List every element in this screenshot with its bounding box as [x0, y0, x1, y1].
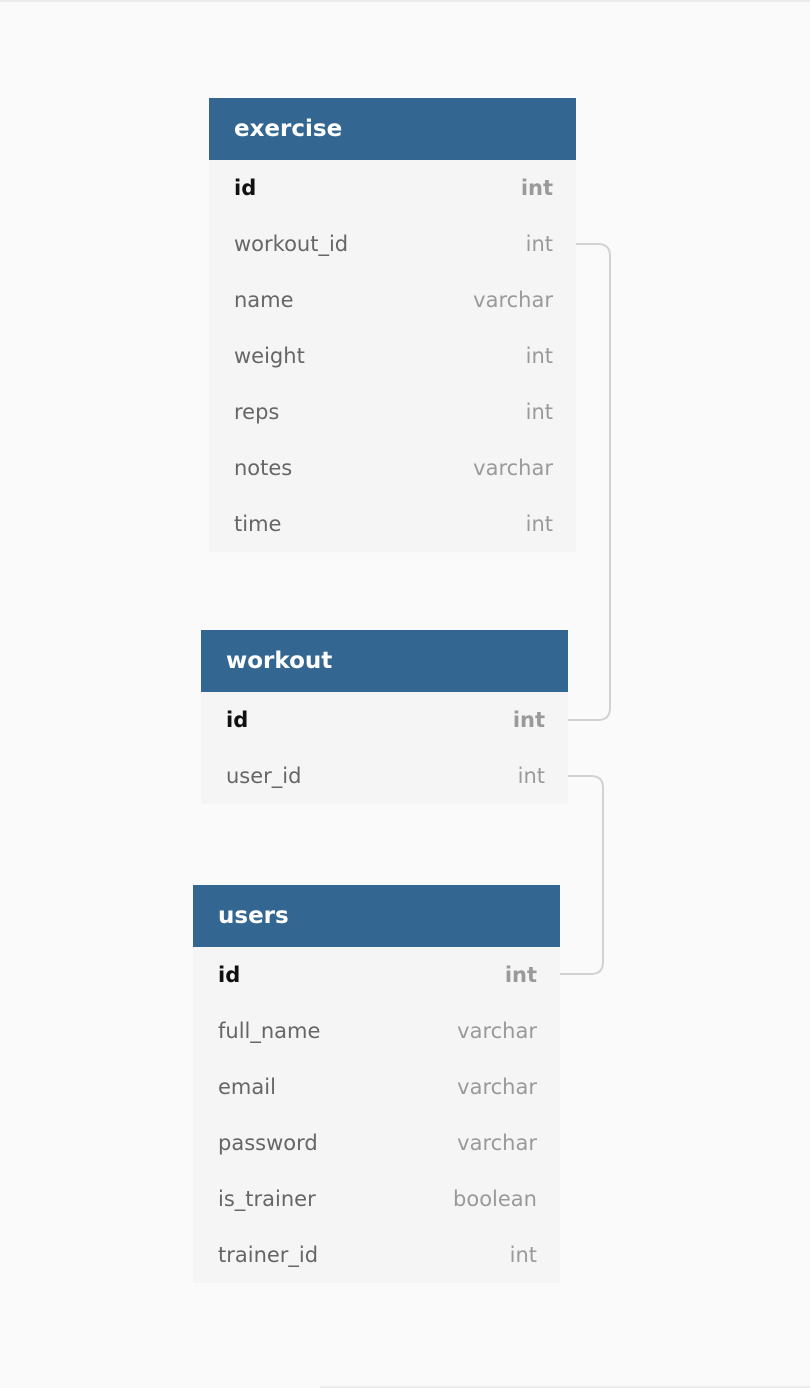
column-row-weight[interactable]: weight int — [209, 328, 576, 384]
column-name: id — [234, 176, 257, 200]
table-header[interactable]: workout — [201, 630, 568, 692]
column-type: int — [520, 176, 553, 200]
column-row-full_name[interactable]: full_name varchar — [193, 1003, 560, 1059]
column-row-time[interactable]: time int — [209, 496, 576, 552]
column-row-id[interactable]: id int — [209, 160, 576, 216]
column-row-workout_id[interactable]: workout_id int — [209, 216, 576, 272]
column-type: varchar — [457, 1075, 537, 1099]
column-name: full_name — [218, 1019, 321, 1043]
column-name: weight — [234, 344, 305, 368]
column-type: int — [504, 963, 537, 987]
column-name: time — [234, 512, 282, 536]
column-type: varchar — [473, 456, 553, 480]
column-name: id — [226, 708, 249, 732]
column-row-reps[interactable]: reps int — [209, 384, 576, 440]
table-header[interactable]: exercise — [209, 98, 576, 160]
column-type: varchar — [457, 1019, 537, 1043]
table-columns: id int full_name varchar email varchar p… — [193, 947, 560, 1283]
column-row-user_id[interactable]: user_id int — [201, 748, 568, 804]
column-name: reps — [234, 400, 280, 424]
column-row-trainer_id[interactable]: trainer_id int — [193, 1227, 560, 1283]
column-name: trainer_id — [218, 1243, 319, 1267]
column-row-name[interactable]: name varchar — [209, 272, 576, 328]
column-name: user_id — [226, 764, 302, 788]
column-name: workout_id — [234, 232, 349, 256]
column-type: int — [512, 708, 545, 732]
column-name: email — [218, 1075, 276, 1099]
connector-workout-user_id-to-users-id — [560, 775, 604, 975]
table-exercise[interactable]: exercise id int workout_id int name varc… — [209, 98, 576, 552]
table-header[interactable]: users — [193, 885, 560, 947]
column-row-password[interactable]: password varchar — [193, 1115, 560, 1171]
column-type: int — [525, 400, 553, 424]
column-name: id — [218, 963, 241, 987]
table-columns: id int user_id int — [201, 692, 568, 804]
column-row-notes[interactable]: notes varchar — [209, 440, 576, 496]
column-type: boolean — [453, 1187, 537, 1211]
table-users[interactable]: users id int full_name varchar email var… — [193, 885, 560, 1283]
column-type: int — [525, 232, 553, 256]
column-row-is_trainer[interactable]: is_trainer boolean — [193, 1171, 560, 1227]
column-type: varchar — [457, 1131, 537, 1155]
column-name: name — [234, 288, 294, 312]
table-columns: id int workout_id int name varchar weigh… — [209, 160, 576, 552]
table-workout[interactable]: workout id int user_id int — [201, 630, 568, 804]
column-name: password — [218, 1131, 318, 1155]
column-name: notes — [234, 456, 293, 480]
column-row-id[interactable]: id int — [193, 947, 560, 1003]
column-type: int — [525, 512, 553, 536]
column-type: int — [509, 1243, 537, 1267]
column-name: is_trainer — [218, 1187, 316, 1211]
column-type: varchar — [473, 288, 553, 312]
top-divider — [0, 0, 810, 2]
column-type: int — [517, 764, 545, 788]
column-row-email[interactable]: email varchar — [193, 1059, 560, 1115]
column-row-id[interactable]: id int — [201, 692, 568, 748]
column-type: int — [525, 344, 553, 368]
